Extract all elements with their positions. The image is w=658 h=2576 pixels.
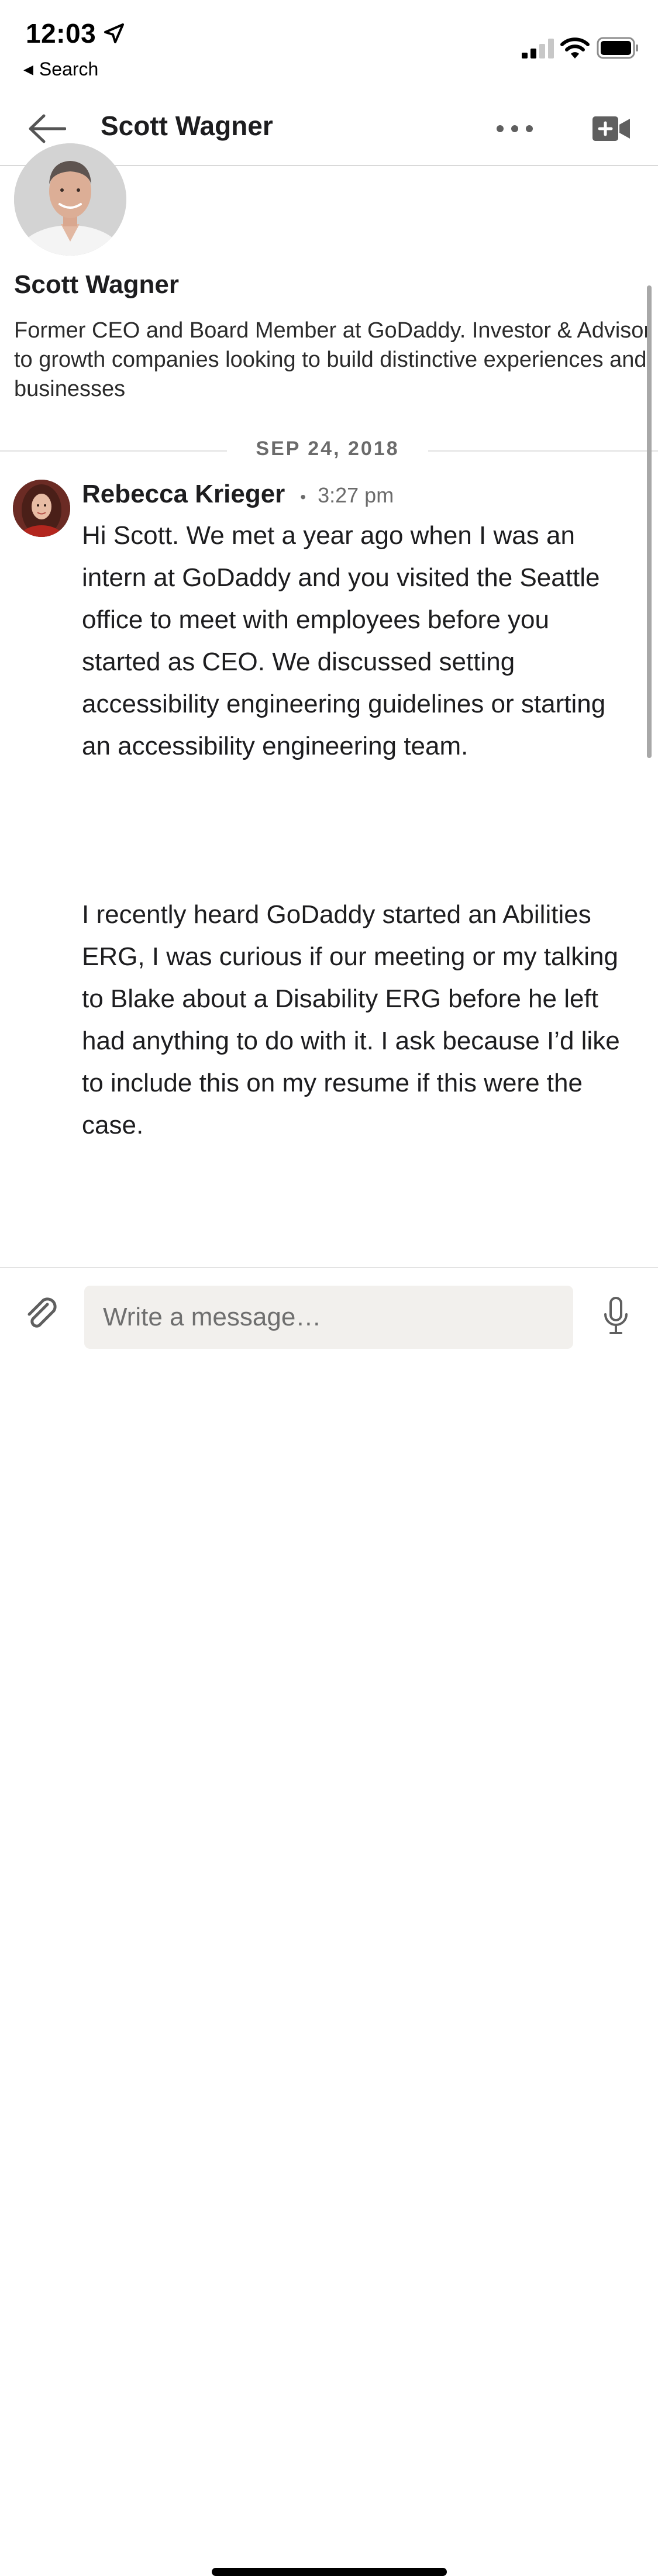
wifi-icon: [560, 37, 590, 58]
more-options-button[interactable]: [490, 111, 539, 146]
status-time: 12:03: [26, 18, 97, 49]
divider-line: [0, 450, 227, 452]
back-arrow-icon: [29, 114, 66, 143]
profile-headline: Former CEO and Board Member at GoDaddy. …: [14, 318, 652, 401]
more-options-icon: [497, 125, 533, 132]
profile-avatar[interactable]: [14, 143, 126, 256]
sender-name[interactable]: Rebecca Krieger: [82, 480, 285, 509]
conversation-title: Scott Wagner: [101, 111, 273, 141]
date-label: SEP 24, 2018: [256, 438, 399, 460]
cellular-signal-icon: [522, 39, 554, 58]
separator-dot: •: [300, 488, 306, 506]
sender-photo: [13, 480, 70, 537]
scroll-indicator[interactable]: [647, 285, 652, 758]
message-paragraph: Hi Scott. We met a year ago when I was a…: [82, 521, 606, 760]
message-header: Rebecca Krieger • 3:27 pm: [82, 480, 394, 509]
sender-avatar[interactable]: [13, 480, 70, 537]
video-call-button[interactable]: [588, 111, 635, 146]
back-to-app-button[interactable]: ◀ Search: [23, 58, 98, 80]
message-body: Hi Scott. We met a year ago when I was a…: [82, 515, 626, 1146]
attach-button[interactable]: [21, 1294, 62, 1335]
date-divider: SEP 24, 2018: [0, 438, 658, 463]
message-input[interactable]: [84, 1286, 573, 1349]
microphone-icon: [604, 1297, 628, 1334]
battery-icon: [597, 37, 638, 59]
location-arrow-icon: [104, 23, 124, 43]
divider-line: [428, 450, 658, 452]
paperclip-icon: [27, 1297, 57, 1328]
video-call-icon: [592, 116, 630, 141]
message-time: 3:27 pm: [318, 483, 394, 507]
back-triangle-icon: ◀: [23, 61, 33, 77]
voice-message-button[interactable]: [600, 1294, 632, 1338]
back-to-app-label: Search: [39, 58, 99, 80]
home-indicator: [212, 2568, 447, 2576]
message-paragraph: I recently heard GoDaddy started an Abil…: [82, 900, 620, 1139]
message-composer: [0, 1267, 658, 2576]
profile-photo: [14, 143, 126, 256]
profile-name[interactable]: Scott Wagner: [14, 270, 179, 299]
status-bar: 12:03 ◀ Search: [0, 0, 658, 94]
